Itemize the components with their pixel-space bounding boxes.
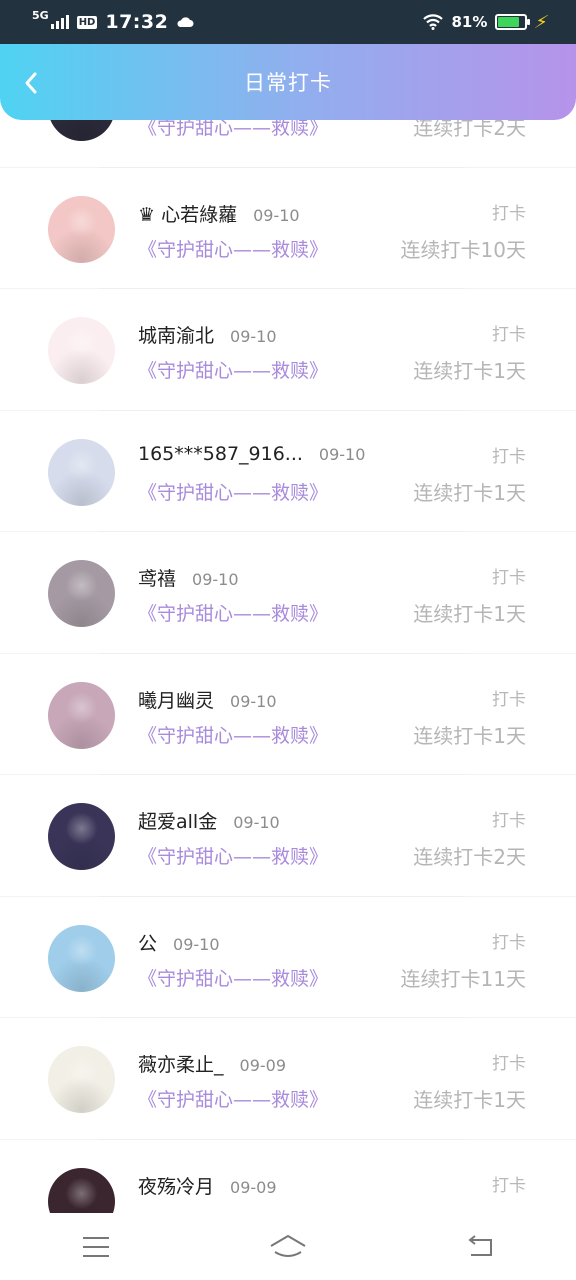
- checkin-date: 09-09: [230, 1177, 277, 1197]
- checkin-date: 09-10: [173, 934, 220, 954]
- streak-count: 连续打卡1天: [413, 1088, 526, 1112]
- streak-count: 连续打卡1天: [413, 602, 526, 626]
- book-title[interactable]: 《守护甜心——救赎》: [138, 120, 328, 140]
- name-line: 165***587_916... 09-10: [138, 443, 365, 465]
- back-icon: [468, 1234, 492, 1256]
- battery-icon: [495, 14, 531, 30]
- checkin-label: 打卡: [492, 1054, 526, 1074]
- name-line: ♛ 心若綠蘿 09-10: [138, 200, 300, 227]
- checkin-list[interactable]: 《守护甜心——救赎》打卡连续打卡2天♛ 心若綠蘿09-10《守护甜心——救赎》打…: [0, 120, 576, 1213]
- name-line: 超爱all金 09-10: [138, 807, 280, 834]
- list-item[interactable]: 薇亦柔止_ 09-09 《守护甜心——救赎》 打卡连续打卡1天: [0, 1018, 576, 1140]
- user-name[interactable]: 165***587_916...: [138, 443, 303, 465]
- avatar[interactable]: [48, 195, 115, 263]
- battery-percent: 81%: [451, 13, 488, 31]
- user-name[interactable]: 薇亦柔止_: [138, 1050, 224, 1077]
- user-name[interactable]: 鸢禧: [138, 564, 176, 591]
- book-title[interactable]: 《守护甜心——救赎》: [138, 964, 328, 991]
- wifi-icon: [423, 14, 444, 30]
- network-type: 5G: [32, 9, 49, 22]
- name-line: 公 09-10: [138, 929, 220, 956]
- checkin-label: 打卡: [492, 811, 526, 831]
- checkin-label: 打卡: [492, 1175, 526, 1196]
- user-name[interactable]: 超爱all金: [138, 807, 217, 834]
- avatar[interactable]: [48, 681, 115, 749]
- list-item[interactable]: 夜殇冷月 09-09 打卡: [0, 1140, 576, 1213]
- checkin-label: 打卡: [492, 203, 526, 224]
- streak-count: 连续打卡1天: [413, 359, 526, 383]
- book-title[interactable]: 《守护甜心——救赎》: [138, 842, 328, 869]
- checkin-date: 09-10: [233, 813, 280, 832]
- name-line: 城南渝北 09-10: [138, 321, 277, 348]
- app-header: 日常打卡: [0, 44, 576, 120]
- streak-count: 连续打卡1天: [413, 480, 526, 505]
- checkin-date: 09-10: [192, 570, 239, 589]
- checkin-label: 打卡: [492, 689, 526, 710]
- book-title[interactable]: 《守护甜心——救赎》: [138, 1085, 328, 1112]
- avatar[interactable]: [48, 803, 115, 870]
- streak-count: 连续打卡1天: [413, 723, 526, 748]
- chevron-left-icon: [25, 72, 37, 94]
- avatar[interactable]: [48, 120, 115, 141]
- checkin-label: 打卡: [492, 932, 526, 953]
- name-line: 薇亦柔止_ 09-09: [138, 1050, 286, 1077]
- menu-button[interactable]: [66, 1227, 126, 1267]
- list-item[interactable]: 曦月幽灵 09-10 《守护甜心——救赎》 打卡连续打卡1天: [0, 654, 576, 775]
- list-item[interactable]: 城南渝北 09-10 《守护甜心——救赎》 打卡连续打卡1天: [0, 289, 576, 411]
- checkin-date: 09-10: [253, 205, 300, 225]
- avatar[interactable]: [48, 438, 115, 506]
- name-line: 夜殇冷月 09-09: [138, 1172, 277, 1199]
- signal-icon: [50, 15, 69, 29]
- avatar[interactable]: [48, 560, 115, 627]
- list-item[interactable]: 鸢禧 09-10 《守护甜心——救赎》 打卡连续打卡1天: [0, 532, 576, 654]
- checkin-label: 打卡: [492, 446, 526, 467]
- checkin-label: 打卡: [492, 568, 526, 588]
- cloud-icon: [177, 17, 194, 27]
- book-title[interactable]: 《守护甜心——救赎》: [138, 599, 328, 626]
- name-line: 鸢禧 09-10: [138, 564, 239, 591]
- streak-count: 连续打卡10天: [400, 237, 526, 262]
- back-button[interactable]: [16, 68, 46, 98]
- list-item[interactable]: ♛ 心若綠蘿 09-10 《守护甜心——救赎》 打卡连续打卡10天: [0, 168, 576, 289]
- back-nav-button[interactable]: [450, 1227, 510, 1267]
- user-name[interactable]: 曦月幽灵: [138, 686, 214, 713]
- avatar[interactable]: [48, 1167, 115, 1213]
- checkin-date: 09-10: [230, 691, 277, 711]
- streak-count: 连续打卡2天: [413, 120, 526, 140]
- list-item[interactable]: 165***587_916... 09-10 《守护甜心——救赎》 打卡连续打卡1天: [0, 411, 576, 532]
- user-name[interactable]: ♛ 心若綠蘿: [138, 200, 237, 227]
- list-item[interactable]: 超爱all金 09-10 《守护甜心——救赎》 打卡连续打卡2天: [0, 775, 576, 897]
- user-name[interactable]: 公: [138, 929, 157, 956]
- home-icon: [270, 1234, 306, 1257]
- charging-icon: ⚡: [532, 11, 551, 33]
- checkin-date: 09-09: [239, 1056, 287, 1075]
- avatar[interactable]: [48, 317, 115, 384]
- list-item[interactable]: 《守护甜心——救赎》打卡连续打卡2天: [0, 120, 576, 168]
- book-title[interactable]: 《守护甜心——救赎》: [138, 356, 328, 383]
- user-name[interactable]: 城南渝北: [138, 321, 214, 348]
- book-title[interactable]: 《守护甜心——救赎》: [138, 721, 328, 748]
- menu-icon: [83, 1236, 109, 1257]
- streak-count: 连续打卡11天: [400, 966, 526, 991]
- checkin-label: 打卡: [492, 325, 526, 345]
- name-line: 曦月幽灵 09-10: [138, 686, 277, 713]
- home-button[interactable]: [258, 1227, 318, 1267]
- streak-count: 连续打卡2天: [413, 845, 526, 869]
- system-nav-bar: [0, 1213, 576, 1280]
- user-name[interactable]: 夜殇冷月: [138, 1172, 214, 1199]
- list-item[interactable]: 公 09-10 《守护甜心——救赎》 打卡连续打卡11天: [0, 897, 576, 1018]
- status-bar: 5G HD 17:32 81% ⚡: [0, 0, 576, 44]
- book-title[interactable]: 《守护甜心——救赎》: [138, 478, 328, 505]
- checkin-date: 09-10: [318, 444, 366, 464]
- hd-badge: HD: [76, 15, 98, 29]
- avatar[interactable]: [48, 924, 115, 992]
- page-title: 日常打卡: [244, 71, 332, 95]
- checkin-date: 09-10: [230, 327, 277, 346]
- avatar[interactable]: [48, 1046, 115, 1113]
- status-time: 17:32: [105, 11, 169, 33]
- book-title[interactable]: 《守护甜心——救赎》: [138, 235, 328, 262]
